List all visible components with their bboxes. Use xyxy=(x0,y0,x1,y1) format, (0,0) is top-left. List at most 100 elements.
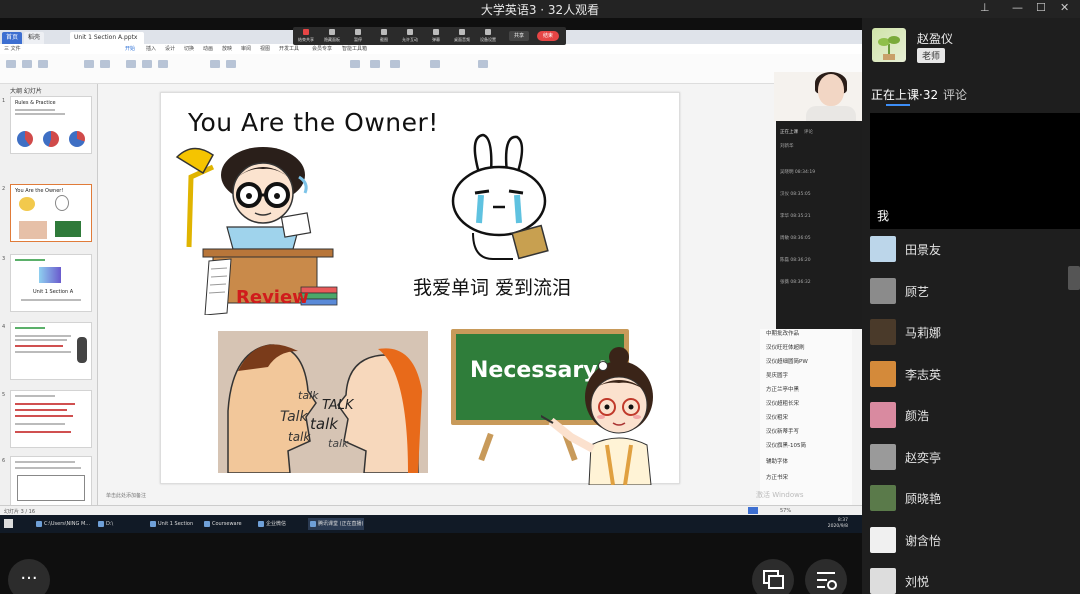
play-slideshow-icon[interactable] xyxy=(748,507,758,514)
font-list-item[interactable]: 吴庆圆字 xyxy=(766,371,788,379)
notes-hint[interactable]: 单击此处添加备注 xyxy=(106,492,146,499)
taskbar-item[interactable]: 腾讯课堂 (正在直播) xyxy=(308,518,364,530)
ppt-tab-document[interactable]: Unit 1 Section A.pptx xyxy=(70,32,144,44)
screenshot-button[interactable]: 截图 xyxy=(373,29,395,43)
menu-home[interactable]: 开始 xyxy=(125,45,135,52)
menu-slideshow[interactable]: 放映 xyxy=(222,45,232,52)
font-list-item[interactable]: 方正兰亭中黑 xyxy=(766,385,799,393)
menu-view[interactable]: 视图 xyxy=(260,45,270,52)
align-left-icon[interactable] xyxy=(210,60,220,68)
select-icon[interactable] xyxy=(478,60,488,68)
layout-settings-button[interactable] xyxy=(805,559,847,594)
textbox-icon[interactable] xyxy=(350,60,360,68)
taskbar-item[interactable]: 企业微信 xyxy=(256,518,306,530)
underline-icon[interactable] xyxy=(158,60,168,68)
scrollbar-thumb[interactable] xyxy=(1068,266,1080,290)
participant-row[interactable]: 颜浩 xyxy=(862,396,1080,437)
participant-row[interactable]: 顾晓艳 xyxy=(862,479,1080,520)
font-bold-icon[interactable] xyxy=(126,60,136,68)
thumb-line xyxy=(15,113,65,115)
find-icon[interactable] xyxy=(430,60,440,68)
menu-developer[interactable]: 开发工具 xyxy=(279,45,299,52)
font-list-item[interactable]: 汉仪旗黑-105简 xyxy=(766,441,806,449)
thumbnail-slide-4[interactable] xyxy=(10,322,92,380)
more-options-button[interactable]: ··· xyxy=(8,559,50,594)
font-italic-icon[interactable] xyxy=(142,60,152,68)
layout-settings-icon xyxy=(817,572,837,590)
taskbar-item[interactable]: D:\ xyxy=(96,518,146,530)
menu-member[interactable]: 会员专享 xyxy=(312,45,332,52)
format-painter-icon[interactable] xyxy=(38,60,48,68)
participant-row[interactable]: 刘悦 xyxy=(862,562,1080,594)
windows-start-icon[interactable] xyxy=(4,519,13,528)
tab-live[interactable]: 正在上课·32 xyxy=(871,86,938,103)
thumbnail-slide-2[interactable]: You Are the Owner! xyxy=(10,184,92,242)
desktop-audio-button[interactable]: 桌面音频 xyxy=(451,29,473,43)
activation-watermark: 激活 Windows xyxy=(756,491,804,499)
participant-row[interactable]: 马莉娜 xyxy=(862,313,1080,354)
ppt-tab-docer[interactable]: 稻壳 xyxy=(24,32,45,44)
maximize-icon[interactable]: ☐ xyxy=(1036,1,1046,14)
new-slide-icon[interactable] xyxy=(84,60,94,68)
layout-icon[interactable] xyxy=(100,60,110,68)
participant-row[interactable]: 顾艺 xyxy=(862,272,1080,313)
participant-row[interactable]: 谢含怡 xyxy=(862,521,1080,562)
arrange-icon[interactable] xyxy=(390,60,400,68)
ppt-tab-home[interactable]: 首页 xyxy=(2,32,23,44)
paste-icon[interactable] xyxy=(6,60,16,68)
close-icon[interactable]: ✕ xyxy=(1060,1,1069,14)
speech-dot-icon xyxy=(598,361,608,371)
stop-sharing-button[interactable]: 结束共享 xyxy=(295,29,317,43)
tab-comments[interactable]: 评论 xyxy=(943,86,967,103)
switch-view-button[interactable] xyxy=(752,559,794,594)
cut-icon[interactable] xyxy=(22,60,32,68)
talking-heads-drawing: talk TALK Talk talk talk talk xyxy=(227,344,422,473)
font-list-item[interactable]: 中期批改作品 xyxy=(766,329,799,337)
device-settings-button[interactable]: 设备设置 xyxy=(477,29,499,43)
current-slide[interactable]: You Are the Owner! Review 我爱单词 爱到流泪 talk… xyxy=(160,92,680,485)
thumb-figure xyxy=(55,195,69,211)
menu-animation[interactable]: 动画 xyxy=(203,45,213,52)
thumbnail-tabs[interactable]: 大纲 幻灯片 xyxy=(10,86,42,95)
shapes-icon[interactable] xyxy=(370,60,380,68)
taskbar-item[interactable]: Unit 1 Section A.p... xyxy=(148,518,200,530)
pause-button[interactable]: 暂停 xyxy=(347,29,369,43)
font-list-item[interactable]: 方正书宋 xyxy=(766,473,788,481)
hide-panel-button[interactable]: 隐藏面板 xyxy=(321,29,343,43)
thumb-line xyxy=(15,403,75,405)
participant-row[interactable]: 李志英 xyxy=(862,355,1080,396)
font-list-item[interactable]: 辅助字体 xyxy=(766,457,788,465)
menu-transition[interactable]: 切换 xyxy=(184,45,194,52)
font-list-item[interactable]: 汉仪超粗长宋 xyxy=(766,399,799,407)
participant-row[interactable]: 田景友 xyxy=(862,230,1080,271)
menu-design[interactable]: 设计 xyxy=(165,45,175,52)
font-list-item[interactable]: 汉仪粗宋 xyxy=(766,413,788,421)
taskbar-item[interactable]: C:\Users\NING M... xyxy=(34,518,94,530)
zoom-level[interactable]: 57% xyxy=(780,508,791,514)
minimize-icon[interactable]: — xyxy=(1012,1,1023,14)
thumbnail-slide-5[interactable] xyxy=(10,390,92,448)
menu-file[interactable]: 三 文件 xyxy=(4,45,21,52)
end-class-button[interactable]: 结束 xyxy=(537,31,559,41)
share-button[interactable]: 共享 xyxy=(509,31,529,41)
menu-review[interactable]: 审阅 xyxy=(241,45,251,52)
allow-interaction-button[interactable]: 允许互动 xyxy=(399,29,421,43)
host-name: 赵盈仪 xyxy=(917,32,954,46)
pin-icon[interactable]: ⊥ xyxy=(980,1,990,14)
participant-row[interactable]: 赵奕亭 xyxy=(862,438,1080,479)
font-list-item[interactable]: 汉仪超细圆简PW xyxy=(766,357,808,365)
font-list-item[interactable]: 汉仪旺旺体超刷 xyxy=(766,343,805,351)
participant-name: 李志英 xyxy=(905,367,942,382)
thumbnail-slide-1[interactable]: Rules & Practice xyxy=(10,96,92,154)
danmaku-button[interactable]: 弹幕 xyxy=(425,29,447,43)
participant-avatar xyxy=(870,485,896,511)
align-center-icon[interactable] xyxy=(226,60,236,68)
menu-smart-tools[interactable]: 智能工具箱 xyxy=(342,45,367,52)
teacher-face xyxy=(818,74,844,106)
menu-insert[interactable]: 插入 xyxy=(146,45,156,52)
taskbar-item[interactable]: Courseware temp... xyxy=(202,518,254,530)
thumbnail-slide-3[interactable]: Unit 1 Section A xyxy=(10,254,92,312)
font-list-item[interactable]: 汉仪新蒂手写 xyxy=(766,427,799,435)
chat-tab-live: 正在上课 xyxy=(780,130,798,135)
svg-text:talk: talk xyxy=(288,430,311,444)
